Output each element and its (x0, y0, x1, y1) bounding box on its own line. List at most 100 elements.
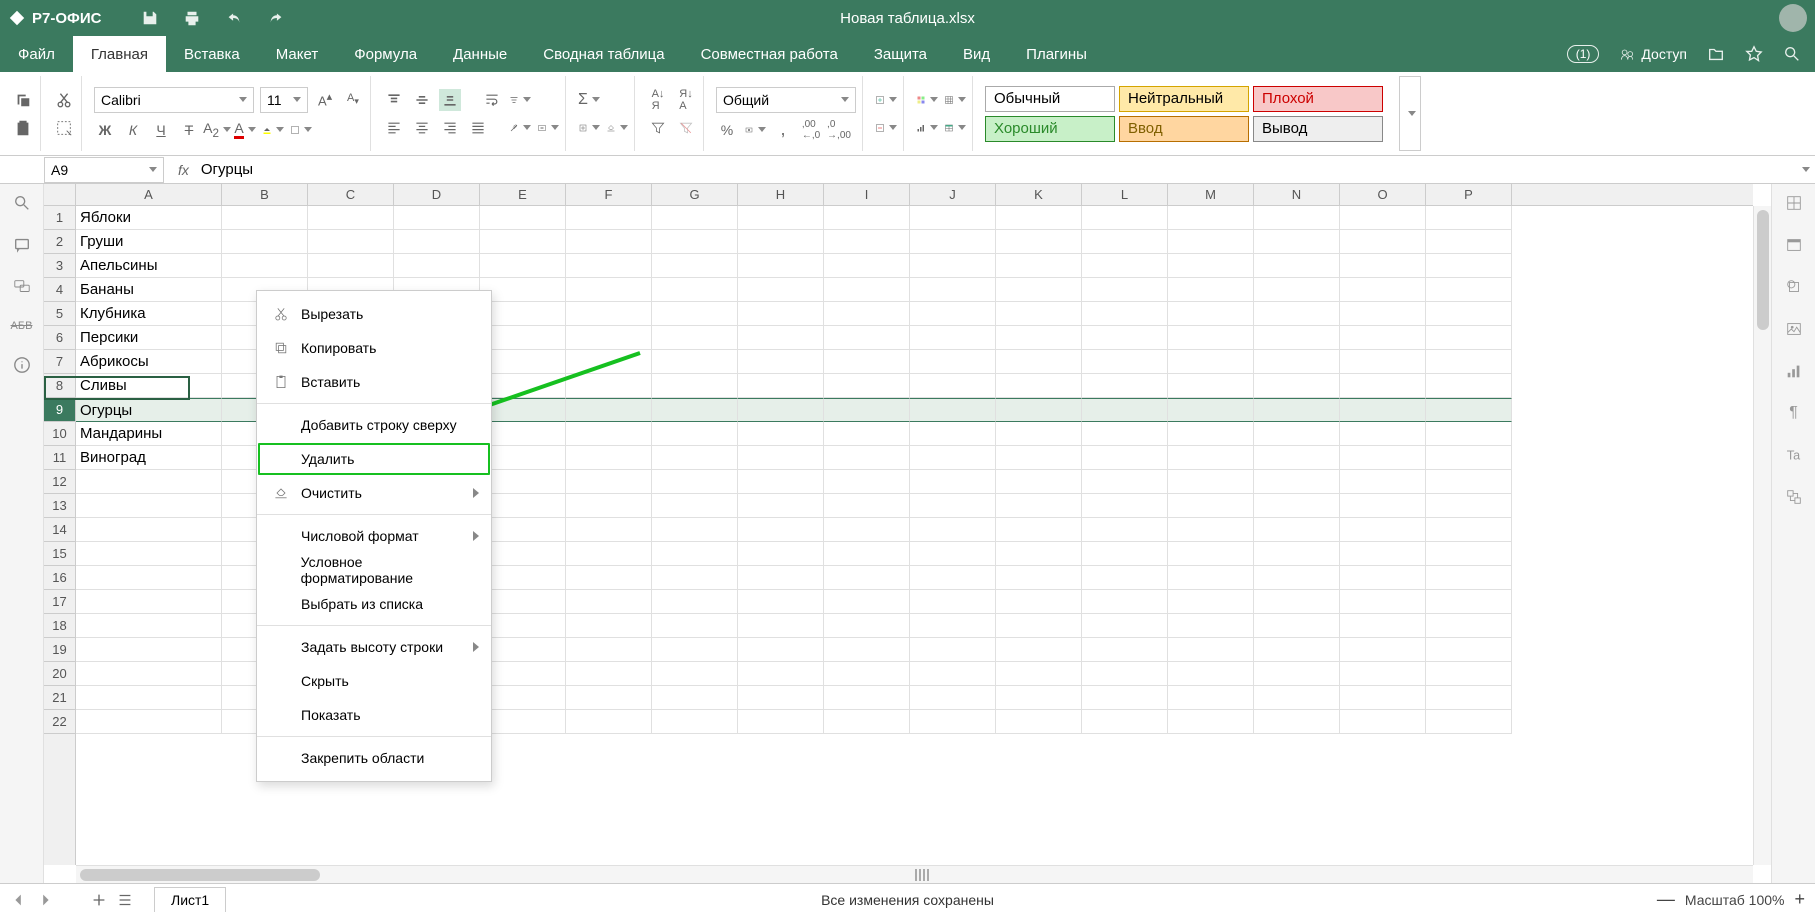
cell-F14[interactable] (566, 518, 652, 542)
cell-K16[interactable] (996, 566, 1082, 590)
cell-A11[interactable]: Виноград (76, 446, 222, 470)
select-icon[interactable] (53, 117, 75, 139)
cell-J20[interactable] (910, 662, 996, 686)
col-header-M[interactable]: M (1168, 184, 1254, 205)
cell-A19[interactable] (76, 638, 222, 662)
col-header-C[interactable]: C (308, 184, 394, 205)
cell-O12[interactable] (1340, 470, 1426, 494)
table-settings-icon[interactable] (1785, 236, 1803, 254)
menu-плагины[interactable]: Плагины (1008, 36, 1105, 72)
col-header-O[interactable]: O (1340, 184, 1426, 205)
cell-A14[interactable] (76, 518, 222, 542)
filter-icon[interactable] (647, 117, 669, 139)
cell-A16[interactable] (76, 566, 222, 590)
row-header-8[interactable]: 8 (44, 374, 75, 398)
cell-I2[interactable] (824, 230, 910, 254)
menu-формула[interactable]: Формула (336, 36, 435, 72)
cell-P9[interactable] (1426, 398, 1512, 422)
cell-G12[interactable] (652, 470, 738, 494)
cell-K18[interactable] (996, 614, 1082, 638)
cell-E3[interactable] (480, 254, 566, 278)
row-header-18[interactable]: 18 (44, 614, 75, 638)
cell-M18[interactable] (1168, 614, 1254, 638)
cell-F20[interactable] (566, 662, 652, 686)
select-all-corner[interactable] (44, 184, 76, 206)
cell-I17[interactable] (824, 590, 910, 614)
comments-icon[interactable] (13, 236, 31, 254)
cell-N18[interactable] (1254, 614, 1340, 638)
cell-C1[interactable] (308, 206, 394, 230)
cell-F19[interactable] (566, 638, 652, 662)
cell-L12[interactable] (1082, 470, 1168, 494)
cell-P17[interactable] (1426, 590, 1512, 614)
cell-A9[interactable]: Огурцы (76, 398, 222, 422)
cell-P1[interactable] (1426, 206, 1512, 230)
cell-E15[interactable] (480, 542, 566, 566)
strikethrough-button[interactable]: Т (178, 119, 200, 141)
cell-G16[interactable] (652, 566, 738, 590)
ctx-delete[interactable]: Удалить (257, 442, 491, 476)
ctx-pick-from-list[interactable]: Выбрать из списка (257, 587, 491, 621)
fill-color-button[interactable] (262, 119, 284, 141)
cell-E10[interactable] (480, 422, 566, 446)
row-header-7[interactable]: 7 (44, 350, 75, 374)
cell-H14[interactable] (738, 518, 824, 542)
cell-P5[interactable] (1426, 302, 1512, 326)
cell-J3[interactable] (910, 254, 996, 278)
cell-A10[interactable]: Мандарины (76, 422, 222, 446)
cell-K13[interactable] (996, 494, 1082, 518)
cell-F4[interactable] (566, 278, 652, 302)
cell-N10[interactable] (1254, 422, 1340, 446)
cell-F22[interactable] (566, 710, 652, 734)
cell-P2[interactable] (1426, 230, 1512, 254)
cell-G10[interactable] (652, 422, 738, 446)
cell-N16[interactable] (1254, 566, 1340, 590)
cell-O17[interactable] (1340, 590, 1426, 614)
underline-button[interactable]: Ч (150, 119, 172, 141)
cell-N7[interactable] (1254, 350, 1340, 374)
cell-P20[interactable] (1426, 662, 1512, 686)
number-format-select[interactable]: Общий (716, 87, 856, 113)
cell-K12[interactable] (996, 470, 1082, 494)
cell-I15[interactable] (824, 542, 910, 566)
row-header-22[interactable]: 22 (44, 710, 75, 734)
style-bad[interactable]: Плохой (1253, 86, 1383, 112)
name-box[interactable]: A9 (44, 157, 164, 183)
row-headers[interactable]: 12345678910111213141516171819202122 (44, 206, 76, 865)
cell-L1[interactable] (1082, 206, 1168, 230)
zoom-out-button[interactable]: — (1657, 889, 1675, 910)
cell-M13[interactable] (1168, 494, 1254, 518)
percent-icon[interactable]: % (716, 119, 738, 141)
cell-O14[interactable] (1340, 518, 1426, 542)
cell-N13[interactable] (1254, 494, 1340, 518)
cell-E4[interactable] (480, 278, 566, 302)
cell-L20[interactable] (1082, 662, 1168, 686)
ctx-freeze[interactable]: Закрепить области (257, 741, 491, 775)
format-table-icon[interactable] (944, 89, 966, 111)
cell-H6[interactable] (738, 326, 824, 350)
cell-J15[interactable] (910, 542, 996, 566)
cell-E22[interactable] (480, 710, 566, 734)
cell-N22[interactable] (1254, 710, 1340, 734)
cell-O22[interactable] (1340, 710, 1426, 734)
cell-M14[interactable] (1168, 518, 1254, 542)
cell-O19[interactable] (1340, 638, 1426, 662)
col-header-E[interactable]: E (480, 184, 566, 205)
style-output[interactable]: Вывод (1253, 116, 1383, 142)
font-color-button[interactable]: A (234, 119, 256, 141)
cell-D2[interactable] (394, 230, 480, 254)
row-header-16[interactable]: 16 (44, 566, 75, 590)
increase-font-icon[interactable]: A▴ (314, 89, 336, 111)
print-icon[interactable] (183, 9, 201, 27)
cell-I8[interactable] (824, 374, 910, 398)
cell-A15[interactable] (76, 542, 222, 566)
cell-O16[interactable] (1340, 566, 1426, 590)
cell-G7[interactable] (652, 350, 738, 374)
image-settings-icon[interactable] (1785, 320, 1803, 338)
cell-E2[interactable] (480, 230, 566, 254)
ctx-cut[interactable]: Вырезать (257, 297, 491, 331)
cell-A7[interactable]: Абрикосы (76, 350, 222, 374)
cell-D1[interactable] (394, 206, 480, 230)
cell-P13[interactable] (1426, 494, 1512, 518)
row-header-20[interactable]: 20 (44, 662, 75, 686)
